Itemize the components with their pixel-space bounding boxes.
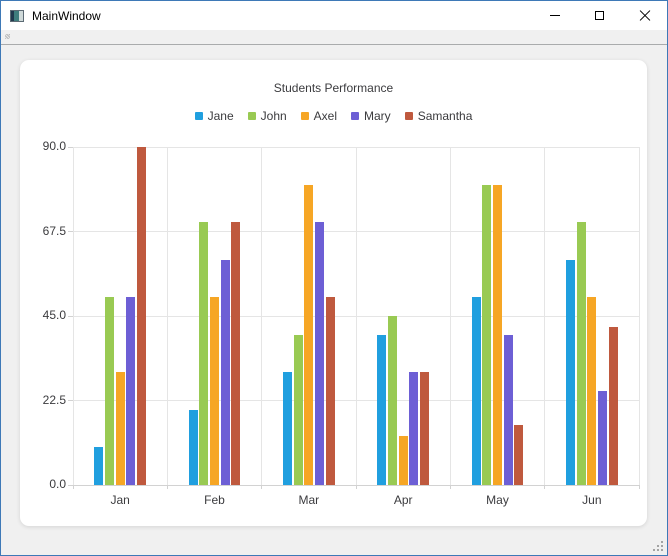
- bar-samantha-feb: [231, 222, 241, 485]
- bar-mary-apr: [409, 372, 419, 485]
- legend-item-axel: Axel: [300, 109, 338, 123]
- gridline-v: [166, 147, 168, 485]
- legend-label: John: [260, 109, 287, 123]
- bar-samantha-apr: [420, 372, 430, 485]
- toolbar-grip-handle[interactable]: [5, 34, 10, 39]
- bar-john-mar: [293, 334, 303, 485]
- legend-item-jane: Jane: [194, 109, 234, 123]
- bar-john-may: [482, 184, 492, 485]
- legend-marker-icon: [351, 112, 360, 120]
- gridline-v: [72, 147, 74, 485]
- legend-marker-icon: [404, 112, 413, 120]
- gridline-v: [261, 147, 263, 485]
- chart-panel: Students Performance Jane John Axel Mary Sam…: [20, 60, 647, 526]
- bar-samantha-mar: [325, 297, 335, 485]
- x-axis-label: Mar: [298, 493, 320, 507]
- bar-john-jan: [104, 297, 114, 485]
- bar-mary-jan: [126, 297, 136, 485]
- legend-label: Axel: [313, 109, 338, 123]
- bar-axel-mar: [304, 184, 314, 485]
- bar-jane-jun: [565, 259, 575, 485]
- maximize-icon: [595, 11, 604, 20]
- x-axis-label: Jun: [582, 493, 602, 507]
- legend-marker-icon: [194, 112, 203, 120]
- x-axis-label: Jan: [110, 493, 130, 507]
- legend-item-john: John: [247, 109, 287, 123]
- bar-mary-may: [503, 334, 513, 485]
- bar-samantha-jun: [608, 327, 618, 485]
- bar-jane-jan: [94, 447, 104, 485]
- size-grip[interactable]: [652, 540, 663, 551]
- legend-item-samantha: Samantha: [404, 109, 473, 123]
- bar-axel-may: [493, 184, 502, 485]
- plot-area: [68, 146, 640, 489]
- legend-item-mary: Mary: [351, 109, 391, 123]
- bar-jane-apr: [377, 334, 387, 485]
- bar-axel-jun: [587, 297, 597, 485]
- close-button[interactable]: [622, 1, 667, 30]
- close-icon: [639, 10, 651, 22]
- legend-marker-icon: [300, 112, 309, 120]
- bar-john-feb: [199, 222, 209, 485]
- axis-tick: [355, 485, 357, 489]
- legend-marker-icon: [247, 112, 256, 120]
- title-bar[interactable]: MainWindow: [1, 1, 667, 30]
- gridline-v: [638, 147, 640, 485]
- toolbar: [1, 30, 667, 45]
- x-axis-label: Apr: [393, 493, 413, 507]
- window-controls: [532, 1, 667, 30]
- y-axis-label: 22.5: [42, 392, 66, 407]
- y-axis-label: 0.0: [49, 477, 66, 491]
- bar-axel-jan: [115, 372, 125, 485]
- axis-tick: [638, 485, 640, 489]
- axis-tick: [261, 485, 263, 489]
- y-axis-label: 45.0: [42, 308, 66, 322]
- bar-jane-may: [471, 297, 481, 485]
- chart-legend: Jane John Axel Mary Samantha: [20, 108, 647, 124]
- bar-mary-jun: [598, 391, 608, 485]
- minimize-icon: [549, 15, 560, 16]
- bar-jane-feb: [188, 409, 198, 485]
- minimize-button[interactable]: [532, 1, 577, 30]
- bar-jane-mar: [282, 372, 292, 485]
- legend-label: Jane: [207, 109, 234, 123]
- legend-label: Mary: [364, 109, 391, 123]
- bar-samantha-may: [514, 424, 524, 485]
- gridline-v: [449, 147, 451, 485]
- gridline-v: [355, 147, 357, 485]
- x-axis-label: Feb: [204, 493, 225, 507]
- bar-mary-feb: [220, 259, 230, 485]
- axis-tick: [544, 485, 546, 489]
- legend-label: Samantha: [417, 109, 473, 123]
- maximize-button[interactable]: [577, 1, 622, 30]
- window-icon: [10, 9, 24, 22]
- bar-john-jun: [576, 222, 586, 485]
- bar-samantha-jan: [137, 147, 147, 485]
- bar-john-apr: [387, 316, 397, 485]
- axis-tick: [72, 485, 74, 489]
- main-window: MainWindow Students Performance Jane John…: [0, 0, 668, 556]
- gridline-v: [544, 147, 546, 485]
- y-axis-label: 90.0: [42, 139, 66, 153]
- window-title: MainWindow: [32, 8, 101, 23]
- bar-axel-feb: [210, 297, 219, 485]
- y-axis-label: 67.5: [42, 223, 66, 238]
- x-axis-label: May: [486, 493, 509, 507]
- axis-tick: [449, 485, 451, 489]
- axis-tick: [166, 485, 168, 489]
- bar-axel-apr: [398, 436, 408, 485]
- bar-mary-mar: [315, 222, 325, 485]
- chart-title: Students Performance: [273, 81, 394, 95]
